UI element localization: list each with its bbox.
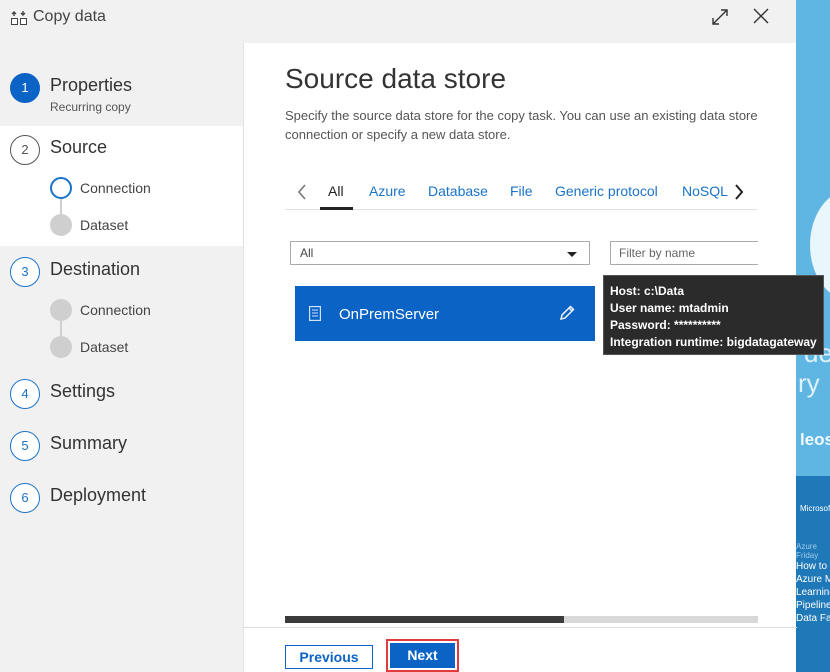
active-tab-underline bbox=[320, 207, 353, 210]
background-text-fragment: leos bbox=[800, 430, 830, 449]
substep-label: Dataset bbox=[80, 217, 129, 233]
connection-name: OnPremServer bbox=[339, 306, 440, 323]
card-brand: Microsoft bbox=[800, 504, 830, 513]
tab-generic-protocol[interactable]: Generic protocol bbox=[555, 183, 658, 199]
page-title: Source data store bbox=[285, 63, 507, 94]
scrollbar-thumb[interactable] bbox=[285, 616, 565, 623]
tab-nosql[interactable]: NoSQL bbox=[682, 183, 728, 199]
step-number: 6 bbox=[10, 483, 40, 513]
chevron-down-icon bbox=[567, 252, 577, 257]
chevron-left-icon[interactable] bbox=[294, 182, 310, 202]
footer-divider bbox=[244, 627, 797, 628]
connection-tile-onpremserver[interactable]: OnPremServer bbox=[295, 286, 595, 341]
tab-file[interactable]: File bbox=[510, 183, 533, 199]
pencil-icon[interactable] bbox=[558, 304, 576, 322]
title-bar: Copy data bbox=[0, 0, 796, 38]
tooltip-password: Password: ********** bbox=[610, 318, 721, 332]
tooltip-host: Host: c:\Data bbox=[610, 284, 685, 298]
step-label: Settings bbox=[50, 381, 116, 401]
step-label: Source bbox=[50, 137, 108, 157]
connection-details-tooltip: Host: c:\Data User name: mtadmin Passwor… bbox=[603, 275, 824, 355]
tooltip-username: User name: mtadmin bbox=[610, 301, 729, 315]
step-number: 4 bbox=[10, 379, 40, 409]
card-lines: How to Azure M Learning Pipeline Data Fa… bbox=[796, 561, 830, 624]
step-number: 5 bbox=[10, 431, 40, 461]
substep-dot bbox=[50, 214, 72, 236]
substep-label: Connection bbox=[80, 302, 151, 318]
substep-label: Connection bbox=[80, 180, 151, 196]
previous-button[interactable]: Previous bbox=[285, 645, 373, 669]
step-sublabel: Recurring copy bbox=[50, 100, 131, 114]
copy-data-icon bbox=[11, 11, 27, 25]
filter-by-name-input[interactable] bbox=[610, 241, 758, 265]
substep-label: Dataset bbox=[80, 339, 129, 355]
background-video-card: Microsoft Azure Friday How to Azure M Le… bbox=[796, 476, 830, 672]
window-title: Copy data bbox=[33, 8, 106, 25]
substep-dot bbox=[50, 336, 72, 358]
step-label: Summary bbox=[50, 433, 128, 453]
category-tabs: All Azure Database File Generic protocol… bbox=[285, 178, 757, 210]
horizontal-scrollbar[interactable] bbox=[285, 616, 758, 623]
substep-current-dot bbox=[50, 177, 72, 199]
select-value: All bbox=[300, 246, 314, 260]
card-series: Azure Friday bbox=[796, 542, 819, 560]
tab-azure[interactable]: Azure bbox=[369, 183, 406, 199]
step-label: Properties bbox=[50, 75, 133, 95]
step-number: 3 bbox=[10, 257, 40, 287]
tabs-scroll-area: All Azure Database File Generic protocol… bbox=[315, 178, 728, 210]
tab-all[interactable]: All bbox=[328, 183, 344, 199]
background-text-fragment: ry bbox=[798, 368, 820, 398]
document-icon bbox=[309, 306, 321, 321]
expand-icon[interactable] bbox=[710, 7, 730, 27]
store-type-select[interactable]: All bbox=[290, 241, 590, 265]
tab-database[interactable]: Database bbox=[428, 183, 488, 199]
source-data-store-panel: Source data store Specify the source dat… bbox=[243, 43, 797, 672]
step-navigator: 1 Properties Recurring copy 2 Source Con… bbox=[0, 40, 243, 672]
next-button[interactable]: Next bbox=[390, 643, 455, 668]
close-icon[interactable] bbox=[752, 7, 770, 25]
step-number: 1 bbox=[10, 73, 40, 103]
page-description: Specify the source data store for the co… bbox=[285, 108, 758, 142]
tooltip-integration-runtime: Integration runtime: bigdatagateway bbox=[610, 335, 817, 349]
chevron-right-icon[interactable] bbox=[731, 182, 747, 202]
substep-dot bbox=[50, 299, 72, 321]
step-number: 2 bbox=[10, 135, 40, 165]
step-label: Deployment bbox=[50, 485, 147, 505]
step-label: Destination bbox=[50, 259, 141, 279]
